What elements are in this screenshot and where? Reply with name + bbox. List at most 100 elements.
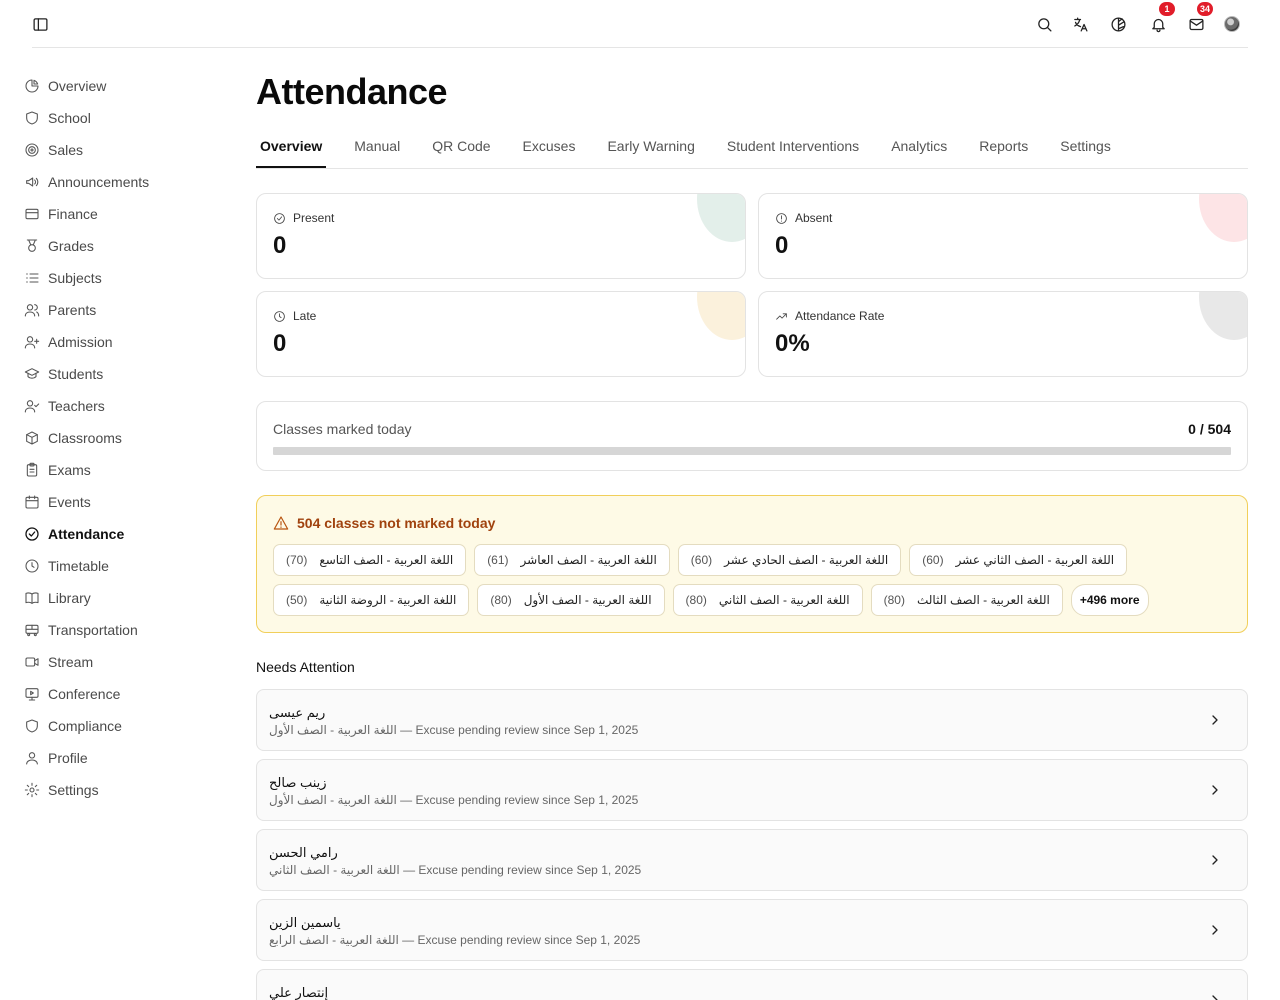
page-title: Attendance bbox=[256, 71, 448, 112]
tab-manual[interactable]: Manual bbox=[338, 128, 416, 168]
chip-name: اللغة العربية - الصف الثاني bbox=[718, 593, 850, 607]
sidebar-item-conference[interactable]: Conference bbox=[24, 678, 224, 710]
class-chip[interactable]: اللغة العربية - الصف العاشر (61) bbox=[474, 544, 670, 576]
chevron-right-icon bbox=[1207, 782, 1223, 798]
bell-icon[interactable]: 1 bbox=[1146, 2, 1175, 36]
stat-card-late: Late 0 bbox=[256, 291, 746, 377]
sidebar-item-finance[interactable]: Finance bbox=[24, 198, 224, 230]
needs-attention-item[interactable]: إنتصار علي bbox=[256, 969, 1248, 1000]
sidebar-item-label: Teachers bbox=[48, 398, 105, 414]
sidebar-item-label: Announcements bbox=[48, 174, 150, 190]
student-name: ريم عيسى bbox=[269, 705, 326, 720]
tab-qr-code[interactable]: QR Code bbox=[416, 128, 506, 168]
sidebar-item-label: Profile bbox=[48, 750, 88, 766]
sidebar-item-label: Classrooms bbox=[48, 430, 122, 446]
target-icon bbox=[25, 143, 39, 157]
sidebar-item-overview[interactable]: Overview bbox=[24, 70, 224, 102]
student-subject: اللغة العربية - الصف الأول bbox=[269, 793, 397, 807]
stat-accent bbox=[1199, 292, 1247, 340]
sidebar-item-label: Settings bbox=[48, 782, 99, 798]
chip-count: (60) bbox=[922, 553, 944, 567]
sidebar-item-announcements[interactable]: Announcements bbox=[24, 166, 224, 198]
more-classes-chip[interactable]: +496 more bbox=[1070, 584, 1149, 616]
needs-attention-item[interactable]: زينب صالح اللغة العربية - الصف الأول — E… bbox=[256, 759, 1248, 821]
tab-reports[interactable]: Reports bbox=[963, 128, 1044, 168]
sidebar-item-grades[interactable]: Grades bbox=[24, 230, 224, 262]
alert-triangle-icon bbox=[273, 516, 289, 530]
student-name: زينب صالح bbox=[269, 775, 327, 790]
megaphone-icon bbox=[26, 177, 39, 187]
sidebar-item-classrooms[interactable]: Classrooms bbox=[24, 422, 224, 454]
class-chip[interactable]: اللغة العربية - الصف الثاني عشر (60) bbox=[909, 544, 1128, 576]
sidebar-item-settings[interactable]: Settings bbox=[24, 774, 224, 806]
chip-name: اللغة العربية - الصف الحادي عشر bbox=[724, 553, 889, 567]
video-icon bbox=[25, 657, 39, 667]
needs-attention-item[interactable]: ريم عيسى اللغة العربية - الصف الأول — Ex… bbox=[256, 689, 1248, 751]
chip-count: (80) bbox=[883, 593, 905, 607]
class-chip[interactable]: اللغة العربية - الصف الثالث (80) bbox=[870, 584, 1063, 616]
sidebar-item-stream[interactable]: Stream bbox=[24, 646, 224, 678]
chip-count: (61) bbox=[487, 553, 509, 567]
class-chip[interactable]: اللغة العربية - الصف الأول (80) bbox=[477, 584, 665, 616]
sidebar-item-sales[interactable]: Sales bbox=[24, 134, 224, 166]
classes-marked-label: Classes marked today bbox=[273, 421, 412, 437]
avatar[interactable] bbox=[1224, 16, 1240, 32]
needs-attention-item[interactable]: رامي الحسن اللغة العربية - الصف الثاني —… bbox=[256, 829, 1248, 891]
sidebar-item-label: Compliance bbox=[48, 718, 122, 734]
sidebar-item-exams[interactable]: Exams bbox=[24, 454, 224, 486]
notifications-badge: 1 bbox=[1159, 2, 1175, 16]
sidebar-item-compliance[interactable]: Compliance bbox=[24, 710, 224, 742]
student-subject: اللغة العربية - الصف الثاني bbox=[269, 863, 400, 877]
sidebar-item-admission[interactable]: Admission bbox=[24, 326, 224, 358]
attention-note: — Excuse pending review since Sep 1, 202… bbox=[396, 793, 639, 807]
sidebar-item-attendance[interactable]: Attendance bbox=[24, 518, 224, 550]
sidebar-item-teachers[interactable]: Teachers bbox=[24, 390, 224, 422]
student-name: ياسمين الزين bbox=[269, 915, 341, 930]
theme-icon[interactable] bbox=[1106, 12, 1130, 36]
chevron-right-icon bbox=[1207, 992, 1223, 1000]
student-name: إنتصار علي bbox=[269, 985, 329, 1000]
sidebar-item-profile[interactable]: Profile bbox=[24, 742, 224, 774]
sidebar-item-transportation[interactable]: Transportation bbox=[24, 614, 224, 646]
list-icon bbox=[26, 273, 39, 283]
search-icon[interactable] bbox=[1032, 12, 1056, 36]
class-chip[interactable]: اللغة العربية - الصف التاسع (70) bbox=[273, 544, 467, 576]
sidebar-item-school[interactable]: School bbox=[24, 102, 224, 134]
sidebar-item-label: Admission bbox=[48, 334, 113, 350]
classes-marked-count: 0 / 504 bbox=[1188, 421, 1231, 437]
tab-bar: Overview Manual QR Code Excuses Early Wa… bbox=[256, 128, 1248, 169]
mail-icon[interactable]: 34 bbox=[1184, 2, 1214, 36]
sidebar-item-timetable[interactable]: Timetable bbox=[24, 550, 224, 582]
tab-student-interventions[interactable]: Student Interventions bbox=[711, 128, 875, 168]
stat-label: Present bbox=[293, 211, 335, 225]
sidebar-item-label: Grades bbox=[48, 238, 94, 254]
tab-overview[interactable]: Overview bbox=[256, 128, 327, 168]
clock-icon bbox=[25, 559, 39, 573]
student-subject: اللغة العربية - الصف الأول bbox=[269, 723, 397, 737]
tab-analytics[interactable]: Analytics bbox=[875, 128, 963, 168]
sidebar-item-label: Overview bbox=[48, 78, 107, 94]
sidebar-toggle-icon[interactable] bbox=[28, 12, 52, 36]
gear-icon bbox=[24, 782, 40, 798]
tab-early-warning[interactable]: Early Warning bbox=[591, 128, 710, 168]
sidebar-item-library[interactable]: Library bbox=[24, 582, 224, 614]
box-icon bbox=[26, 431, 38, 445]
tab-excuses[interactable]: Excuses bbox=[507, 128, 592, 168]
tab-settings[interactable]: Settings bbox=[1044, 128, 1127, 168]
stat-label: Absent bbox=[795, 211, 833, 225]
sidebar-item-subjects[interactable]: Subjects bbox=[24, 262, 224, 294]
messages-badge: 34 bbox=[1197, 2, 1214, 16]
shield-icon bbox=[26, 719, 38, 733]
translate-icon[interactable] bbox=[1068, 12, 1092, 36]
needs-attention-item[interactable]: ياسمين الزين اللغة العربية - الصف الرابع… bbox=[256, 899, 1248, 961]
sidebar-item-parents[interactable]: Parents bbox=[24, 294, 224, 326]
pie-chart-icon bbox=[25, 79, 39, 93]
sidebar-item-events[interactable]: Events bbox=[24, 486, 224, 518]
chevron-right-icon bbox=[1207, 922, 1223, 938]
stat-accent bbox=[697, 194, 745, 242]
class-chip[interactable]: اللغة العربية - الروضة الثانية (50) bbox=[273, 584, 470, 616]
class-chip[interactable]: اللغة العربية - الصف الثاني (80) bbox=[672, 584, 863, 616]
sidebar-item-students[interactable]: Students bbox=[24, 358, 224, 390]
class-chip[interactable]: اللغة العربية - الصف الحادي عشر (60) bbox=[677, 544, 902, 576]
sidebar-item-label: Attendance bbox=[48, 526, 125, 542]
